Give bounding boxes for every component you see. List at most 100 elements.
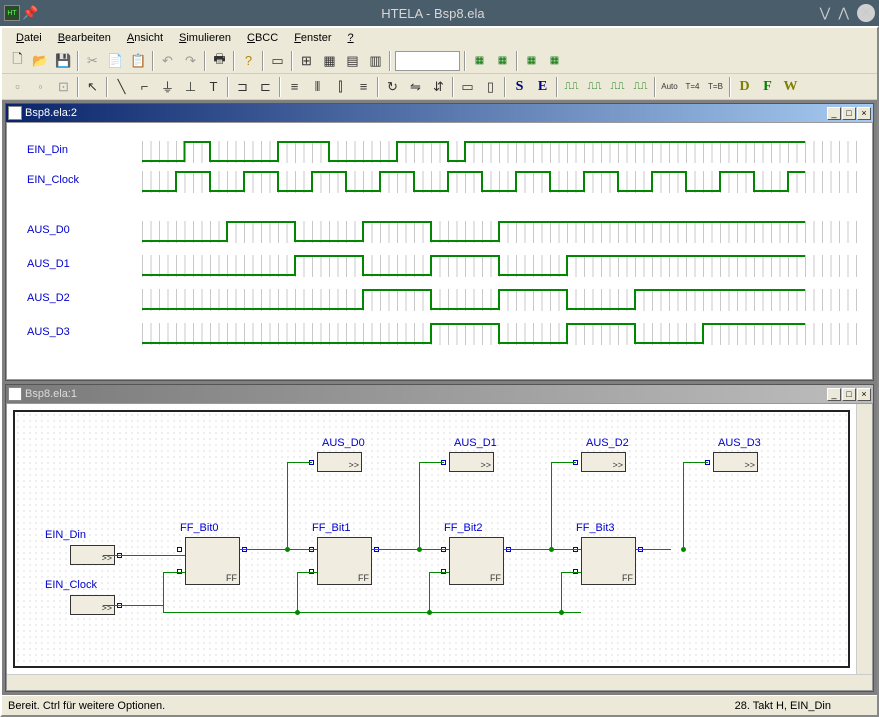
- sim-d-button[interactable]: D: [733, 76, 756, 98]
- ff-label: FF_Bit3: [576, 522, 615, 534]
- pointer-icon[interactable]: ↖: [81, 76, 104, 98]
- wire-icon[interactable]: ⌐: [133, 76, 156, 98]
- menu-cbcc[interactable]: CBCC: [239, 30, 286, 46]
- help-icon[interactable]: ?: [237, 50, 260, 72]
- menu-datei[interactable]: Datei: [8, 30, 50, 46]
- wave-1-icon[interactable]: ⎍⎍: [560, 76, 583, 98]
- paste-icon[interactable]: 📋: [127, 50, 150, 72]
- tool-1-icon[interactable]: ▫: [6, 76, 29, 98]
- save-file-icon[interactable]: 💾: [52, 50, 75, 72]
- tool-3-icon[interactable]: ⊡: [52, 76, 75, 98]
- sim-w-button[interactable]: W: [779, 76, 802, 98]
- sim-s-button[interactable]: S: [508, 76, 531, 98]
- pin-icon[interactable]: 📌: [22, 5, 38, 21]
- signal-waveform[interactable]: [142, 289, 822, 311]
- signal-waveform[interactable]: [142, 171, 822, 193]
- grid-3-icon[interactable]: ▦: [520, 50, 543, 72]
- toolbar-main: 🗋 📂 💾 ✂ 📄 📋 ↶ ↷ 🖶 ? ▭ ⊞ ▦ ▤ ▥ ▦ ▦ ▦ ▦: [2, 48, 877, 74]
- zoom-combo[interactable]: [395, 51, 460, 71]
- mirror-h-icon[interactable]: ⇋: [404, 76, 427, 98]
- child-minimize-button[interactable]: _: [827, 107, 841, 120]
- t4-button[interactable]: T=4: [681, 76, 704, 98]
- output-block[interactable]: >>: [317, 452, 362, 472]
- scrollbar-horizontal[interactable]: [7, 674, 872, 690]
- scrollbar-vertical[interactable]: [856, 404, 872, 674]
- block-1-icon[interactable]: ▭: [456, 76, 479, 98]
- redo-icon[interactable]: ↷: [179, 50, 202, 72]
- layout-2-icon[interactable]: ⊞: [295, 50, 318, 72]
- cut-icon[interactable]: ✂: [81, 50, 104, 72]
- wire: [372, 549, 449, 550]
- schematic-titlebar[interactable]: Bsp8.ela:1 _ □ ×: [6, 385, 873, 403]
- signal-waveform[interactable]: [142, 323, 822, 345]
- wire: [551, 462, 576, 463]
- text-icon[interactable]: T: [202, 76, 225, 98]
- layout-4-icon[interactable]: ▤: [341, 50, 364, 72]
- align-2-icon[interactable]: ⫴: [306, 76, 329, 98]
- junction-icon[interactable]: ⊥: [179, 76, 202, 98]
- align-4-icon[interactable]: ≡: [352, 76, 375, 98]
- copy-icon[interactable]: 📄: [104, 50, 127, 72]
- tb-button[interactable]: T=B: [704, 76, 727, 98]
- child-close-button[interactable]: ×: [857, 388, 871, 401]
- tool-2-icon[interactable]: ◦: [29, 76, 52, 98]
- menu-fenster[interactable]: Fenster: [286, 30, 339, 46]
- minimize-button[interactable]: ⋁: [820, 5, 831, 21]
- output-block[interactable]: >>: [581, 452, 626, 472]
- flipflop-block[interactable]: FF: [317, 537, 372, 585]
- align-1-icon[interactable]: ≡: [283, 76, 306, 98]
- output-block[interactable]: >>: [713, 452, 758, 472]
- app-icon: HT: [4, 5, 20, 21]
- menu-help[interactable]: ?: [340, 30, 362, 46]
- junction: [559, 610, 564, 615]
- print-icon[interactable]: 🖶: [208, 50, 231, 72]
- document-icon: [8, 106, 22, 120]
- menu-ansicht[interactable]: Ansicht: [119, 30, 171, 46]
- block-2-icon[interactable]: ▯: [479, 76, 502, 98]
- wave-2-icon[interactable]: ⎍⎍: [583, 76, 606, 98]
- comp-1-icon[interactable]: ⊐: [231, 76, 254, 98]
- menu-bearbeiten[interactable]: Bearbeiten: [50, 30, 119, 46]
- mirror-v-icon[interactable]: ⇵: [427, 76, 450, 98]
- signal-waveform[interactable]: [142, 255, 822, 277]
- sim-f-button[interactable]: F: [756, 76, 779, 98]
- wire: [551, 462, 552, 550]
- grid-2-icon[interactable]: ▦: [491, 50, 514, 72]
- layout-5-icon[interactable]: ▥: [364, 50, 387, 72]
- wave-4-icon[interactable]: ⎍⎍: [629, 76, 652, 98]
- wire: [287, 462, 288, 550]
- child-close-button[interactable]: ×: [857, 107, 871, 120]
- child-maximize-button[interactable]: □: [842, 388, 856, 401]
- auto-button[interactable]: Auto: [658, 76, 681, 98]
- rotate-icon[interactable]: ↻: [381, 76, 404, 98]
- comp-2-icon[interactable]: ⊏: [254, 76, 277, 98]
- signal-waveform[interactable]: [142, 141, 822, 163]
- align-3-icon[interactable]: ⫿: [329, 76, 352, 98]
- waveform-titlebar[interactable]: Bsp8.ela:2 _ □ ×: [6, 104, 873, 122]
- line-icon[interactable]: ╲: [110, 76, 133, 98]
- menu-simulieren[interactable]: Simulieren: [171, 30, 239, 46]
- wire: [297, 572, 298, 612]
- wave-3-icon[interactable]: ⎍⎍: [606, 76, 629, 98]
- close-button[interactable]: ✕: [857, 4, 875, 22]
- new-file-icon[interactable]: 🗋: [6, 50, 29, 72]
- output-block[interactable]: >>: [449, 452, 494, 472]
- statusbar: Bereit. Ctrl für weitere Optionen. 28. T…: [2, 695, 877, 715]
- flipflop-block[interactable]: FF: [581, 537, 636, 585]
- signal-waveform[interactable]: [142, 221, 822, 243]
- flipflop-block[interactable]: FF: [185, 537, 240, 585]
- maximize-button[interactable]: ⋀: [838, 5, 849, 21]
- grid-1-icon[interactable]: ▦: [468, 50, 491, 72]
- layout-3-icon[interactable]: ▦: [318, 50, 341, 72]
- sim-e-button[interactable]: E: [531, 76, 554, 98]
- grid-4-icon[interactable]: ▦: [543, 50, 566, 72]
- layout-1-icon[interactable]: ▭: [266, 50, 289, 72]
- schematic-canvas[interactable]: EIN_Din>>EIN_Clock>>FF_Bit0FFFF_Bit1FFFF…: [13, 410, 850, 668]
- child-minimize-button[interactable]: _: [827, 388, 841, 401]
- flipflop-block[interactable]: FF: [449, 537, 504, 585]
- child-maximize-button[interactable]: □: [842, 107, 856, 120]
- wire: [419, 462, 420, 550]
- open-file-icon[interactable]: 📂: [29, 50, 52, 72]
- ground-icon[interactable]: ⏚: [156, 76, 179, 98]
- undo-icon[interactable]: ↶: [156, 50, 179, 72]
